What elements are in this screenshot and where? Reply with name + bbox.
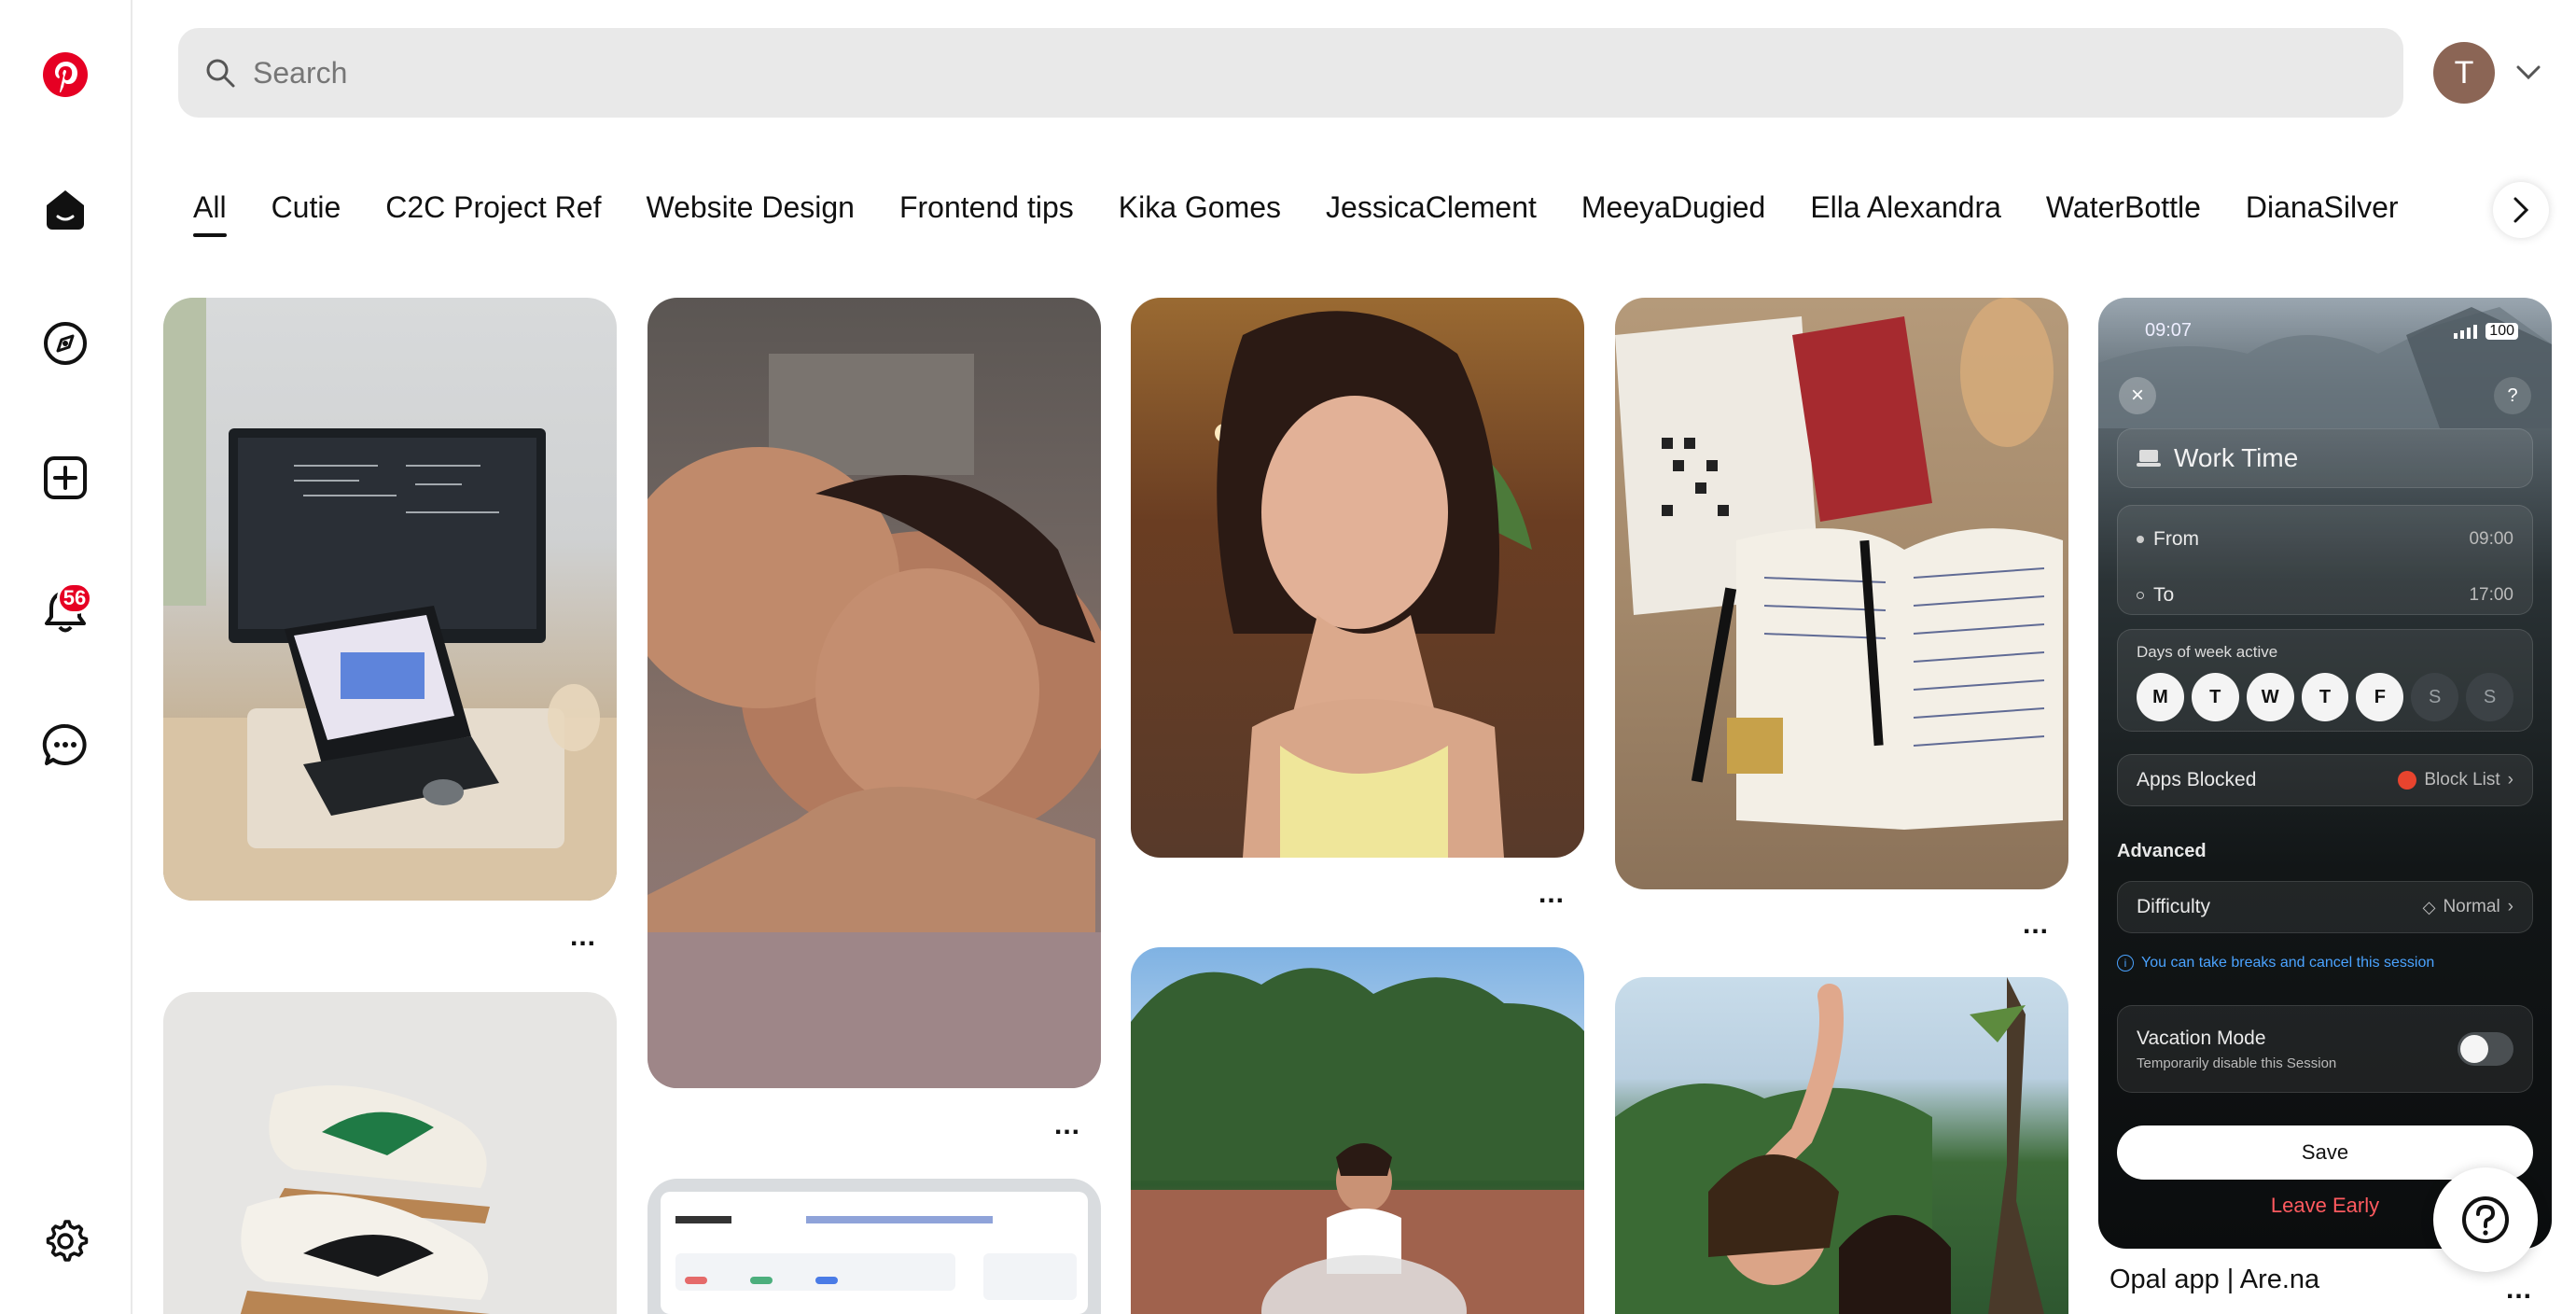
dashboard-ui-image bbox=[661, 1192, 1088, 1314]
breaks-note-text: You can take breaks and cancel this sess… bbox=[2141, 955, 2435, 971]
days-box: Days of week active M T W T F S S bbox=[2117, 629, 2533, 732]
tennis-girl-image bbox=[1131, 968, 1584, 1314]
notification-badge: 56 bbox=[57, 582, 92, 614]
pin-more-button[interactable]: ... bbox=[570, 923, 596, 951]
phone-status-bar: 09:07 100 bbox=[2145, 320, 2518, 342]
schedule-box: From 09:00 To 17:00 bbox=[2117, 505, 2533, 615]
vacation-mode-label: Vacation Mode bbox=[2137, 1027, 2266, 1049]
explore-icon[interactable] bbox=[33, 311, 98, 376]
advanced-heading: Advanced bbox=[2117, 841, 2207, 861]
journal-image bbox=[1615, 298, 2063, 830]
laptop-icon bbox=[2137, 450, 2161, 467]
pin-opal-app[interactable]: 09:07 100 × ? Work Time From 09:00 To 17… bbox=[2098, 298, 2552, 1249]
vacation-mode-row: Vacation Mode Temporarily disable this S… bbox=[2117, 1005, 2533, 1093]
to-label: To bbox=[2153, 584, 2175, 606]
apps-blocked-label: Apps Blocked bbox=[2137, 769, 2257, 790]
search-icon bbox=[206, 59, 235, 88]
to-row[interactable]: To 17:00 bbox=[2137, 575, 2513, 616]
sneakers-image bbox=[240, 1085, 490, 1314]
info-icon: i bbox=[2117, 955, 2134, 972]
pin-more-button[interactable]: ... bbox=[1054, 1111, 1080, 1139]
from-row[interactable]: From 09:00 bbox=[2137, 519, 2513, 560]
day-wednesday[interactable]: W bbox=[2246, 673, 2294, 721]
day-saturday[interactable]: S bbox=[2411, 673, 2459, 721]
pin-desk-setup[interactable] bbox=[163, 298, 617, 901]
pin-friends-waving[interactable] bbox=[1615, 977, 2068, 1314]
sleeping-girl-image bbox=[647, 354, 1101, 1088]
pin-more-button[interactable]: ... bbox=[1539, 880, 1565, 908]
tab-website-design[interactable]: Website Design bbox=[646, 183, 855, 239]
sidebar: 56 bbox=[0, 0, 132, 1314]
search-input[interactable] bbox=[253, 55, 2305, 91]
chevron-down-icon[interactable] bbox=[2513, 58, 2543, 88]
messages-icon[interactable] bbox=[33, 713, 98, 778]
day-tuesday[interactable]: T bbox=[2191, 673, 2239, 721]
pin-tennis-girl[interactable] bbox=[1131, 947, 1584, 1314]
signal-icon bbox=[2454, 324, 2478, 339]
battery-icon: 100 bbox=[2454, 320, 2518, 342]
close-icon[interactable]: × bbox=[2119, 377, 2156, 414]
difficulty-value: Normal bbox=[2443, 897, 2500, 916]
from-value: 09:00 bbox=[2469, 529, 2513, 549]
pin-girl-selfie[interactable] bbox=[1131, 298, 1584, 858]
tab-c2c-project-ref[interactable]: C2C Project Ref bbox=[385, 183, 601, 239]
day-selector: M T W T F S S bbox=[2137, 673, 2514, 721]
notifications-icon[interactable]: 56 bbox=[33, 579, 98, 644]
pin-title[interactable]: Opal app | Are.na bbox=[2110, 1265, 2319, 1295]
search-bar[interactable] bbox=[178, 28, 2403, 118]
girl-selfie-image bbox=[1215, 311, 1532, 858]
from-label: From bbox=[2153, 528, 2199, 550]
day-friday[interactable]: F bbox=[2356, 673, 2404, 721]
friends-waving-image bbox=[1615, 977, 2044, 1314]
create-icon[interactable] bbox=[33, 445, 98, 510]
to-value: 17:00 bbox=[2469, 585, 2513, 605]
question-icon bbox=[2462, 1196, 2509, 1243]
day-thursday[interactable]: T bbox=[2301, 673, 2349, 721]
tab-cutie[interactable]: Cutie bbox=[272, 183, 341, 239]
desk-setup-image bbox=[163, 298, 617, 901]
tab-all[interactable]: All bbox=[193, 183, 227, 239]
pin-sneakers[interactable] bbox=[163, 992, 617, 1314]
chevron-right-icon: › bbox=[2507, 897, 2513, 916]
tab-meeyadugied[interactable]: MeeyaDugied bbox=[1581, 183, 1765, 239]
vacation-mode-sub: Temporarily disable this Session bbox=[2137, 1055, 2337, 1071]
tab-kika-gomes[interactable]: Kika Gomes bbox=[1119, 183, 1281, 239]
tab-jessicaclement[interactable]: JessicaClement bbox=[1326, 183, 1537, 239]
difficulty-label: Difficulty bbox=[2137, 896, 2210, 917]
pin-journal[interactable] bbox=[1615, 298, 2068, 889]
pinterest-logo-icon[interactable] bbox=[33, 42, 98, 107]
mountain-backdrop-image bbox=[2098, 307, 2552, 428]
battery-level: 100 bbox=[2485, 322, 2518, 340]
session-title-box[interactable]: Work Time bbox=[2117, 428, 2533, 488]
block-list-dot-icon bbox=[2398, 771, 2417, 790]
tab-ella-alexandra[interactable]: Ella Alexandra bbox=[1810, 183, 2001, 239]
shield-icon: ◇ bbox=[2422, 897, 2436, 916]
pin-sleeping-girl[interactable] bbox=[647, 298, 1101, 1088]
breaks-note: i You can take breaks and cancel this se… bbox=[2117, 955, 2434, 972]
board-tabs: All Cutie C2C Project Ref Website Design… bbox=[193, 183, 2444, 239]
tabs-next-button[interactable] bbox=[2493, 182, 2549, 238]
help-icon[interactable]: ? bbox=[2494, 377, 2531, 414]
home-icon[interactable] bbox=[33, 176, 98, 242]
pin-more-button[interactable]: ... bbox=[2506, 1276, 2532, 1304]
pin-more-button[interactable]: ... bbox=[2023, 911, 2049, 939]
chevron-right-icon: › bbox=[2507, 770, 2513, 790]
apps-blocked-row[interactable]: Apps Blocked Block List › bbox=[2117, 754, 2533, 806]
settings-icon[interactable] bbox=[33, 1209, 98, 1274]
avatar[interactable]: T bbox=[2433, 42, 2495, 104]
apps-blocked-value: Block List bbox=[2424, 770, 2500, 790]
pin-dashboard-ui[interactable] bbox=[647, 1179, 1101, 1314]
help-button[interactable] bbox=[2433, 1167, 2538, 1272]
status-time: 09:07 bbox=[2145, 320, 2193, 341]
vacation-mode-toggle[interactable] bbox=[2458, 1032, 2513, 1066]
tab-dianasilver[interactable]: DianaSilver bbox=[2246, 183, 2399, 239]
day-monday[interactable]: M bbox=[2137, 673, 2184, 721]
days-label: Days of week active bbox=[2137, 643, 2278, 661]
difficulty-row[interactable]: Difficulty ◇ Normal › bbox=[2117, 881, 2533, 933]
session-title: Work Time bbox=[2174, 443, 2299, 472]
tab-frontend-tips[interactable]: Frontend tips bbox=[899, 183, 1074, 239]
tab-waterbottle[interactable]: WaterBottle bbox=[2046, 183, 2201, 239]
day-sunday[interactable]: S bbox=[2466, 673, 2514, 721]
chevron-right-icon bbox=[2513, 197, 2529, 223]
